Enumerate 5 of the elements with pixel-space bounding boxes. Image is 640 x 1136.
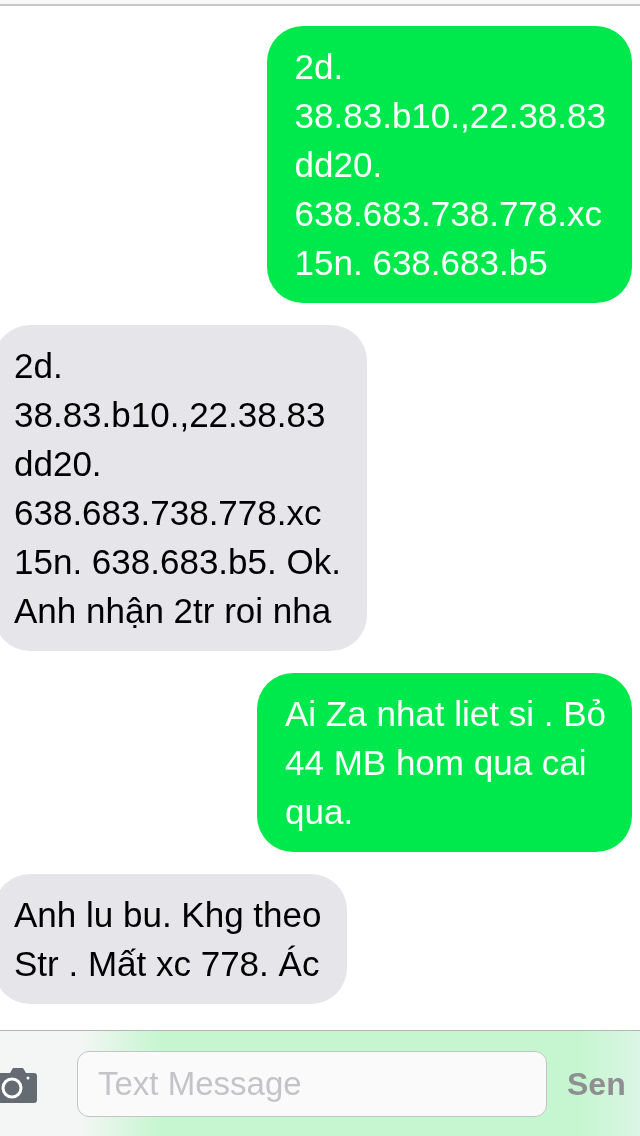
sent-message-bubble: Ai Za nhat liet si . Bỏ 44 MB hom qua cai qua. bbox=[257, 673, 632, 852]
received-message-bubble: Anh lu bu. Khg theo Str . Mất xc 778. Ác bbox=[0, 874, 348, 1004]
received-message-bubble: 2d. 38.83.b10.,22.38.83 dd20. 638.683.738.778.xc 15n. 638.683.b5. Ok. Anh nhận 2tr roi nha bbox=[0, 325, 367, 651]
sent-message-bubble: 2d. 38.83.b10.,22.38.83 dd20. 638.683.738.778.xc 15n. 638.683.b5 bbox=[266, 26, 632, 303]
send-button[interactable]: Sen bbox=[567, 1059, 626, 1108]
